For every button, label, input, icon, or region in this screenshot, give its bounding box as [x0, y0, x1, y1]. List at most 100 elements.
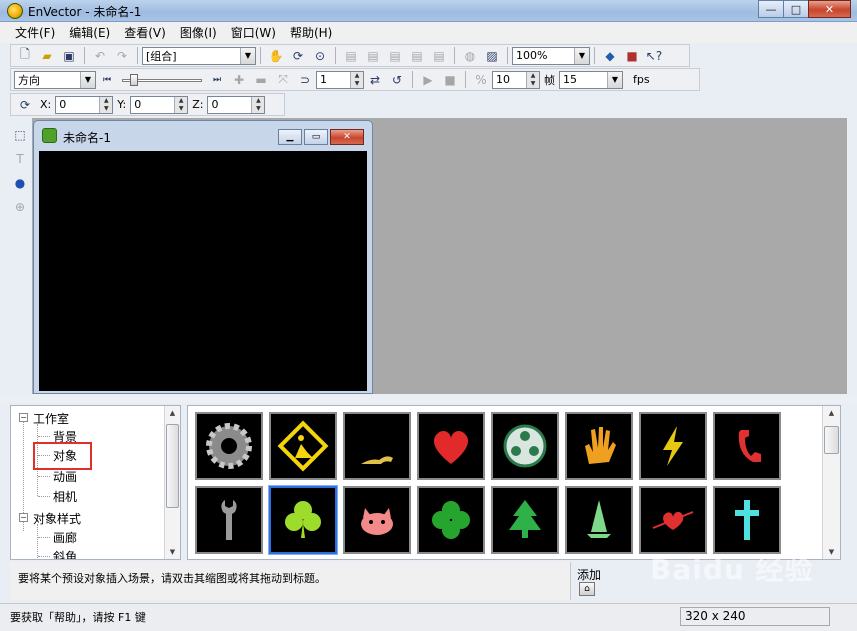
- chevron-down-icon[interactable]: ▼: [80, 71, 95, 88]
- select-tool-icon[interactable]: ⬚: [11, 126, 29, 144]
- slider-start-icon[interactable]: ⏮: [98, 71, 116, 89]
- doc-maximize-button[interactable]: ▭: [304, 129, 328, 145]
- steps-spinner[interactable]: 1 ▲ ▼: [316, 70, 364, 89]
- chevron-down-icon[interactable]: ▼: [574, 47, 589, 64]
- tree-item-camera[interactable]: 相机: [53, 488, 77, 505]
- rewind-icon[interactable]: ↺: [388, 71, 406, 89]
- menu-help[interactable]: 帮助(H): [283, 24, 339, 41]
- tree-scrollbar[interactable]: ▲ ▼: [164, 406, 180, 559]
- spinner-arrows-icon[interactable]: ▲ ▼: [174, 96, 188, 113]
- gallery-item-shamrock[interactable]: [269, 486, 337, 554]
- render-icon[interactable]: ◆: [601, 47, 619, 65]
- hand-pan-icon[interactable]: ✋: [267, 47, 285, 65]
- move-object-icon[interactable]: ⟳: [16, 96, 34, 114]
- layer-front-icon[interactable]: ▤: [342, 47, 360, 65]
- menu-window[interactable]: 窗口(W): [224, 24, 283, 41]
- z-spinner[interactable]: 0 ▲ ▼: [207, 95, 266, 114]
- fps-select[interactable]: 15 ▼: [559, 70, 623, 89]
- timeline-slider[interactable]: [122, 73, 202, 86]
- gallery-item-gear[interactable]: [195, 412, 263, 480]
- save-icon[interactable]: ▣: [60, 47, 78, 65]
- object-tool-icon[interactable]: ●: [11, 174, 29, 192]
- gallery-item-cross[interactable]: [713, 486, 781, 554]
- gallery-item-hand[interactable]: [565, 412, 633, 480]
- tree-item-object-styles[interactable]: 对象样式: [33, 510, 81, 527]
- layer-backward-icon[interactable]: ▤: [408, 47, 426, 65]
- doc-minimize-button[interactable]: ▁: [278, 129, 302, 145]
- rotate-object-icon[interactable]: ⟳: [289, 47, 307, 65]
- percent-icon[interactable]: %: [472, 71, 490, 89]
- scroll-up-icon[interactable]: ▲: [823, 406, 840, 420]
- y-spinner[interactable]: 0 ▲ ▼: [130, 95, 189, 114]
- gallery-item-wrench[interactable]: [195, 486, 263, 554]
- tree-item-animation[interactable]: 动画: [53, 468, 77, 485]
- spinner-arrows-icon[interactable]: ▲ ▼: [350, 71, 363, 88]
- minimize-button[interactable]: —: [758, 0, 784, 18]
- scroll-thumb[interactable]: [166, 424, 179, 508]
- zoom-select[interactable]: 100% ▼: [512, 46, 590, 65]
- collapse-icon[interactable]: −: [19, 413, 28, 422]
- tree-item-bevel[interactable]: 斜角: [53, 548, 77, 559]
- chevron-down-icon[interactable]: ▼: [607, 71, 622, 88]
- document-titlebar[interactable]: 未命名-1 ▁ ▭ ✕: [34, 121, 372, 149]
- menu-view[interactable]: 查看(V): [117, 24, 173, 41]
- gallery-item-heart-arrow[interactable]: [639, 486, 707, 554]
- text-tool-icon[interactable]: T: [11, 150, 29, 168]
- gallery-scrollbar[interactable]: ▲ ▼: [822, 406, 840, 559]
- scene-canvas[interactable]: [39, 151, 367, 391]
- gallery-item-construction-sign[interactable]: [269, 412, 337, 480]
- new-file-icon[interactable]: 🗋: [16, 47, 34, 65]
- x-spinner[interactable]: 0 ▲ ▼: [55, 95, 114, 114]
- direction-select[interactable]: 方向 ▼: [14, 70, 96, 89]
- layer-forward-icon[interactable]: ▤: [364, 47, 382, 65]
- doc-close-button[interactable]: ✕: [330, 129, 364, 145]
- spinner-arrows-icon[interactable]: ▲ ▼: [251, 96, 265, 113]
- tween-icon[interactable]: ⤧: [274, 71, 292, 89]
- panel-splitter[interactable]: [0, 395, 857, 403]
- remove-keyframe-icon[interactable]: ▬: [252, 71, 270, 89]
- slider-end-icon[interactable]: ⏭: [208, 71, 226, 89]
- layer-back-icon[interactable]: ▤: [386, 47, 404, 65]
- add-button[interactable]: ⌂: [579, 582, 595, 596]
- close-button[interactable]: ✕: [808, 0, 851, 18]
- tree-item-studio[interactable]: 工作室: [33, 410, 69, 427]
- gallery-item-heart[interactable]: [417, 412, 485, 480]
- gallery-item-four-leaf-clover[interactable]: [417, 486, 485, 554]
- menu-image[interactable]: 图像(I): [173, 24, 224, 41]
- group-select[interactable]: [组合] ▼: [142, 46, 256, 65]
- stop-icon[interactable]: ■: [441, 71, 459, 89]
- play-icon[interactable]: ▶: [419, 71, 437, 89]
- tree-item-gallery[interactable]: 画廊: [53, 529, 77, 546]
- scroll-down-icon[interactable]: ▼: [165, 545, 180, 559]
- scroll-up-icon[interactable]: ▲: [165, 406, 180, 420]
- loop-back-icon[interactable]: ⊃: [296, 71, 314, 89]
- globe-icon[interactable]: ◍: [461, 47, 479, 65]
- collapse-icon[interactable]: −: [19, 513, 28, 522]
- scroll-down-icon[interactable]: ▼: [823, 545, 840, 559]
- gallery-item-sailboat[interactable]: [565, 486, 633, 554]
- gallery-item-telephone[interactable]: [713, 412, 781, 480]
- menu-edit[interactable]: 编辑(E): [62, 24, 117, 41]
- repeat-icon[interactable]: ⇄: [366, 71, 384, 89]
- palette-icon[interactable]: ■: [623, 47, 641, 65]
- slider-thumb[interactable]: [130, 73, 138, 86]
- gallery-item-film-reel[interactable]: [491, 412, 559, 480]
- open-folder-icon[interactable]: ▰: [38, 47, 56, 65]
- gallery-item-lightning[interactable]: [639, 412, 707, 480]
- undo-icon[interactable]: ↶: [91, 47, 109, 65]
- gallery-item-tree[interactable]: [491, 486, 559, 554]
- gallery-item-kangaroo[interactable]: [343, 412, 411, 480]
- fit-view-icon[interactable]: ⊙: [311, 47, 329, 65]
- context-help-icon[interactable]: ↖?: [645, 47, 663, 65]
- add-keyframe-icon[interactable]: ✚: [230, 71, 248, 89]
- frames-spinner[interactable]: 10 ▲ ▼: [492, 70, 540, 89]
- spinner-arrows-icon[interactable]: ▲ ▼: [99, 96, 113, 113]
- redo-icon[interactable]: ↷: [113, 47, 131, 65]
- spinner-arrows-icon[interactable]: ▲ ▼: [526, 71, 539, 88]
- zoom-tool-icon[interactable]: ⊕: [11, 198, 29, 216]
- chevron-down-icon[interactable]: ▼: [240, 47, 255, 64]
- scroll-thumb[interactable]: [824, 426, 839, 454]
- layer-bottom-icon[interactable]: ▤: [430, 47, 448, 65]
- menu-file[interactable]: 文件(F): [8, 24, 62, 41]
- gallery-item-cat-face[interactable]: [343, 486, 411, 554]
